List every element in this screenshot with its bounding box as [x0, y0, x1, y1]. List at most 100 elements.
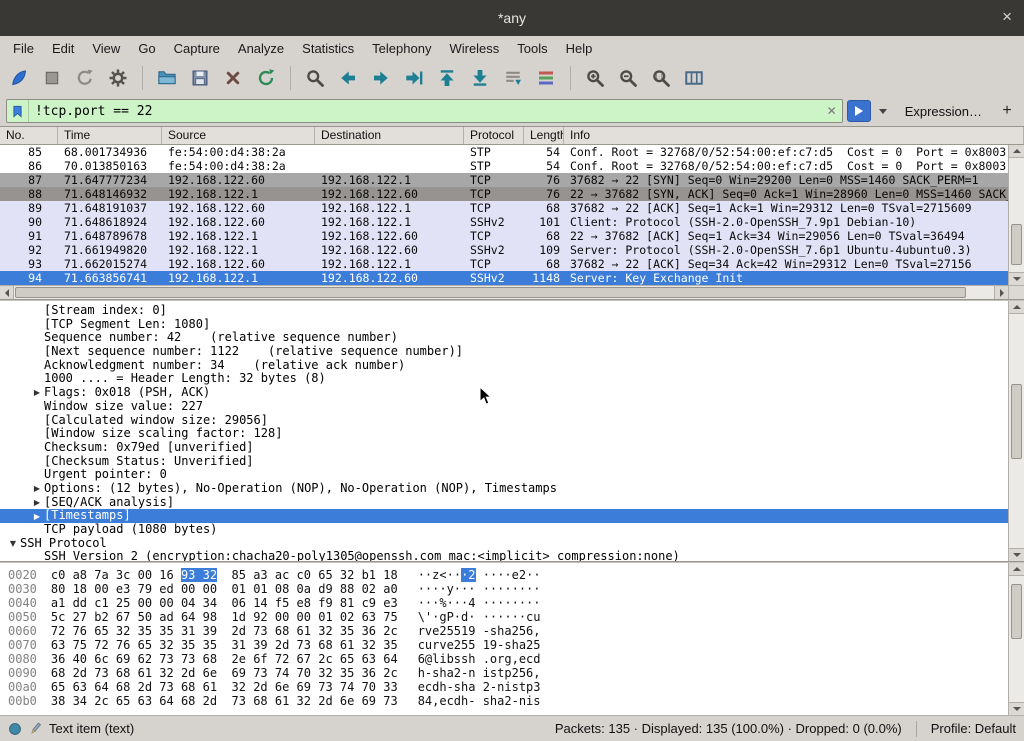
- detail-line[interactable]: Acknowledgment number: 34 (relative ack …: [0, 359, 1008, 373]
- column-header[interactable]: Source: [162, 127, 315, 144]
- hex-scrollbar[interactable]: [1008, 563, 1024, 715]
- go-back-button[interactable]: [333, 63, 363, 93]
- filter-bookmark-icon[interactable]: [7, 100, 29, 122]
- titlebar[interactable]: *any ×: [0, 0, 1024, 36]
- menu-item[interactable]: Help: [557, 38, 602, 59]
- scroll-up-arrow[interactable]: [1009, 563, 1024, 576]
- open-file-button[interactable]: [152, 63, 182, 93]
- packet-list-scrollbar[interactable]: [1008, 145, 1024, 285]
- zoom-original-button[interactable]: 1:1: [646, 63, 676, 93]
- display-filter-field[interactable]: ✕: [6, 99, 843, 123]
- hex-row[interactable]: 00a0 65 63 64 68 2d 73 68 61 32 2d 6e 69…: [8, 680, 1008, 694]
- scroll-down-arrow[interactable]: [1009, 702, 1024, 715]
- filter-clear-icon[interactable]: ✕: [822, 104, 842, 118]
- details-scrollbar[interactable]: [1008, 301, 1024, 561]
- hex-row[interactable]: 0090 68 2d 73 68 61 32 2d 6e 69 73 74 70…: [8, 666, 1008, 680]
- menu-item[interactable]: Edit: [43, 38, 83, 59]
- detail-line[interactable]: Urgent pointer: 0: [0, 468, 1008, 482]
- hex-row[interactable]: 0020 c0 a8 7a 3c 00 16 93 32 85 a3 ac c0…: [8, 568, 1008, 582]
- hex-row[interactable]: 00b0 38 34 2c 65 63 64 68 2d 73 68 61 32…: [8, 694, 1008, 708]
- find-packet-button[interactable]: [300, 63, 330, 93]
- scrollbar-thumb[interactable]: [1011, 384, 1022, 459]
- hex-row[interactable]: 0040 a1 dd c1 25 00 00 04 34 06 14 f5 e8…: [8, 596, 1008, 610]
- zoom-in-button[interactable]: [580, 63, 610, 93]
- expander-icon[interactable]: ▶: [30, 498, 44, 507]
- start-capture-button[interactable]: [4, 63, 34, 93]
- expander-icon[interactable]: ▶: [30, 512, 44, 521]
- capture-options-button[interactable]: [103, 63, 133, 93]
- detail-line[interactable]: [Stream index: 0]: [0, 304, 1008, 318]
- expander-icon[interactable]: ▼: [6, 539, 20, 548]
- expander-icon[interactable]: ▶: [30, 484, 44, 493]
- packet-row[interactable]: 87 71.647777234 192.168.122.60 192.168.1…: [0, 173, 1008, 187]
- restart-capture-button[interactable]: [70, 63, 100, 93]
- menu-item[interactable]: Go: [129, 38, 164, 59]
- scroll-down-arrow[interactable]: [1009, 272, 1024, 285]
- hscrollbar-thumb[interactable]: [15, 287, 966, 298]
- packet-row[interactable]: 88 71.648146932 192.168.122.1 192.168.12…: [0, 187, 1008, 201]
- packet-row[interactable]: 92 71.661949820 192.168.122.1 192.168.12…: [0, 243, 1008, 257]
- stop-capture-button[interactable]: [37, 63, 67, 93]
- menu-item[interactable]: Capture: [165, 38, 229, 59]
- packet-row[interactable]: 91 71.648789678 192.168.122.1 192.168.12…: [0, 229, 1008, 243]
- menu-item[interactable]: Analyze: [229, 38, 293, 59]
- detail-line[interactable]: ▼ SSH Protocol: [0, 537, 1008, 551]
- packet-row[interactable]: 90 71.648618924 192.168.122.60 192.168.1…: [0, 215, 1008, 229]
- detail-line[interactable]: 1000 .... = Header Length: 32 bytes (8): [0, 372, 1008, 386]
- detail-line[interactable]: ▶ [SEQ/ACK analysis]: [0, 496, 1008, 510]
- menu-item[interactable]: Tools: [508, 38, 556, 59]
- detail-line[interactable]: Checksum: 0x79ed [unverified]: [0, 441, 1008, 455]
- go-to-packet-button[interactable]: [399, 63, 429, 93]
- scroll-up-arrow[interactable]: [1009, 145, 1024, 158]
- zoom-out-button[interactable]: [613, 63, 643, 93]
- profile-text[interactable]: Profile: Default: [931, 721, 1016, 736]
- menu-item[interactable]: Statistics: [293, 38, 363, 59]
- resize-columns-button[interactable]: [679, 63, 709, 93]
- menu-item[interactable]: Wireless: [440, 38, 508, 59]
- go-first-packet-button[interactable]: [432, 63, 462, 93]
- packet-row[interactable]: 93 71.662015274 192.168.122.60 192.168.1…: [0, 257, 1008, 271]
- column-header[interactable]: Time: [58, 127, 162, 144]
- scroll-left-arrow[interactable]: [0, 286, 14, 299]
- display-filter-input[interactable]: [29, 104, 822, 119]
- capture-comment-icon[interactable]: [28, 721, 43, 736]
- filter-dropdown-button[interactable]: [875, 100, 891, 122]
- hex-row[interactable]: 0070 63 75 72 76 65 32 35 35 31 39 2d 73…: [8, 638, 1008, 652]
- close-file-button[interactable]: [218, 63, 248, 93]
- scroll-up-arrow[interactable]: [1009, 301, 1024, 314]
- menu-item[interactable]: File: [4, 38, 43, 59]
- filter-apply-button[interactable]: [847, 100, 871, 122]
- column-header[interactable]: Info: [564, 127, 1024, 144]
- colorize-packets-button[interactable]: [531, 63, 561, 93]
- expander-icon[interactable]: ▶: [30, 388, 44, 397]
- detail-line[interactable]: ▶ [Timestamps]: [0, 509, 1008, 523]
- detail-line[interactable]: SSH Version 2 (encryption:chacha20-poly1…: [0, 550, 1008, 561]
- column-header[interactable]: Destination: [315, 127, 464, 144]
- detail-line[interactable]: Window size value: 227: [0, 400, 1008, 414]
- detail-line[interactable]: [Next sequence number: 1122 (relative se…: [0, 345, 1008, 359]
- packet-row[interactable]: 89 71.648191037 192.168.122.60 192.168.1…: [0, 201, 1008, 215]
- reload-file-button[interactable]: [251, 63, 281, 93]
- detail-line[interactable]: [TCP Segment Len: 1080]: [0, 318, 1008, 332]
- detail-line[interactable]: [Calculated window size: 29056]: [0, 414, 1008, 428]
- scroll-right-arrow[interactable]: [994, 286, 1008, 299]
- detail-line[interactable]: [Checksum Status: Unverified]: [0, 455, 1008, 469]
- hex-row[interactable]: 0050 5c 27 b2 67 50 ad 64 98 1d 92 00 00…: [8, 610, 1008, 624]
- hex-row[interactable]: 0060 72 76 65 32 35 35 31 39 2d 73 68 61…: [8, 624, 1008, 638]
- detail-line[interactable]: [Window size scaling factor: 128]: [0, 427, 1008, 441]
- menu-item[interactable]: Telephony: [363, 38, 440, 59]
- auto-scroll-button[interactable]: [498, 63, 528, 93]
- packet-row[interactable]: 86 70.013850163 fe:54:00:d4:38:2a STP 54…: [0, 159, 1008, 173]
- expert-info-icon[interactable]: [8, 722, 22, 736]
- add-filter-button[interactable]: +: [996, 100, 1018, 122]
- packet-row[interactable]: 85 68.001734936 fe:54:00:d4:38:2a STP 54…: [0, 145, 1008, 159]
- detail-line[interactable]: ▶ Flags: 0x018 (PSH, ACK): [0, 386, 1008, 400]
- close-icon[interactable]: ×: [1002, 0, 1012, 34]
- menu-item[interactable]: View: [83, 38, 129, 59]
- scrollbar-thumb[interactable]: [1011, 224, 1022, 265]
- packet-list-hscrollbar[interactable]: [0, 285, 1024, 299]
- expression-button[interactable]: Expression…: [895, 104, 992, 119]
- detail-line[interactable]: Sequence number: 42 (relative sequence n…: [0, 331, 1008, 345]
- detail-line[interactable]: ▶ Options: (12 bytes), No-Operation (NOP…: [0, 482, 1008, 496]
- column-header[interactable]: No.: [0, 127, 58, 144]
